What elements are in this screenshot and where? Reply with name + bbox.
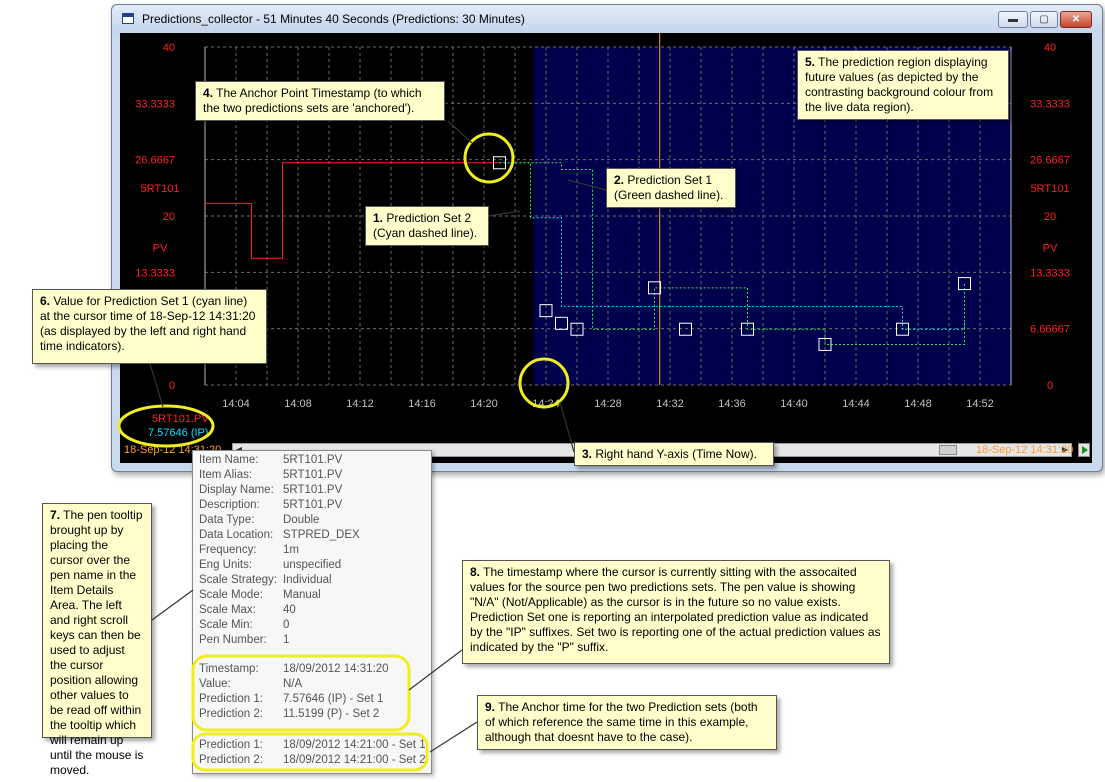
tooltip-row-label: Scale Max: [199, 604, 256, 616]
x-axis-tick: 14:20 [470, 398, 498, 410]
tooltip-row-label: Display Name: [199, 484, 274, 496]
left-axis-tick: 26.6667 [135, 155, 175, 167]
tooltip-anchor-row-label: Prediction 2: [199, 754, 263, 766]
pen-tooltip: Item Name: 5RT101.PV Item Alias: 5RT101.PV D… [192, 450, 432, 774]
left-axis-tick: 13.3333 [135, 267, 175, 279]
right-axis-tick: 40 [1044, 42, 1056, 54]
tooltip-row-label: Item Name: [199, 454, 259, 466]
tooltip-value-row-label: Prediction 2: [199, 708, 263, 720]
tooltip-row-value: Double [283, 514, 320, 526]
pen-value-label: 7.57646 (IP) [148, 427, 209, 439]
tooltip-row-value: 40 [283, 604, 296, 616]
tooltip-row-value: 5RT101.PV [283, 499, 343, 511]
callout-time-now: 3. Right hand Y-axis (Time Now). [574, 442, 774, 466]
callout-prediction-set-2: 1. Prediction Set 2 (Cyan dashed line). [365, 206, 489, 246]
right-axis-pen-label: 5RT101 [1031, 183, 1070, 195]
x-axis-tick: 14:16 [408, 398, 436, 410]
x-axis-tick: 14:28 [594, 398, 622, 410]
tooltip-row-value: Individual [283, 574, 332, 586]
left-axis-tick: 40 [163, 42, 175, 54]
tooltip-row-label: Data Location: [199, 529, 274, 541]
tooltip-value-row-value: 7.57646 (IP) - Set 1 [283, 693, 384, 705]
x-axis-tick: 14:36 [718, 398, 746, 410]
tooltip-row-value: 5RT101.PV [283, 484, 343, 496]
tooltip-row-label: Scale Strategy: [199, 574, 277, 586]
app-icon [122, 13, 134, 24]
left-axis-tick: 20 [163, 211, 175, 223]
right-axis-tick: 20 [1044, 211, 1056, 223]
x-axis-tick: 14:52 [966, 398, 994, 410]
tooltip-row-label: Pen Number: [199, 634, 267, 646]
x-axis-tick: 14:12 [346, 398, 374, 410]
x-axis-tick: 14:40 [780, 398, 808, 410]
tooltip-row-label: Frequency: [199, 544, 257, 556]
tooltip-anchor-row-label: Prediction 1: [199, 739, 263, 751]
left-axis-tick: 0 [169, 380, 175, 392]
x-axis-tick: 14:04 [222, 398, 250, 410]
left-axis-pen-label: 5RT101 [141, 183, 180, 195]
x-axis-tick: 14:24 [532, 398, 560, 410]
callout-leader-line [151, 589, 194, 621]
tooltip-value-row-value: 11.5199 (P) - Set 2 [283, 708, 380, 720]
callout-anchor-timestamp: 4. The Anchor Point Timestamp (to which … [195, 81, 445, 121]
callout-cursor-timestamp: 8. The timestamp where the cursor is cur… [462, 560, 890, 664]
tooltip-row-label: Data Type: [199, 514, 255, 526]
tooltip-value-row-label: Value: [199, 678, 231, 690]
tooltip-row-value: 1 [283, 634, 290, 646]
pen-name-label[interactable]: 5RT101.PV [152, 413, 209, 425]
tooltip-value-row-value: 18/09/2012 14:31:20 [283, 663, 389, 675]
tooltip-value-row-label: Prediction 1: [199, 693, 263, 705]
minimize-button[interactable]: ▬ [998, 11, 1028, 28]
window-title: Predictions_collector - 51 Minutes 40 Se… [142, 12, 525, 26]
title-bar[interactable]: Predictions_collector - 51 Minutes 40 Se… [112, 5, 1102, 33]
tooltip-value-row-label: Timestamp: [199, 663, 259, 675]
play-forward-icon[interactable] [1078, 443, 1090, 457]
tooltip-row-value: 0 [283, 619, 290, 631]
callout-anchor-time: 9. The Anchor time for the two Predictio… [477, 695, 777, 750]
tooltip-row-value: 5RT101.PV [283, 454, 343, 466]
callout-prediction-set-1: 2. Prediction Set 1 (Green dashed line). [606, 168, 736, 208]
tooltip-row-label: Eng Units: [199, 559, 253, 571]
x-axis-tick: 14:48 [904, 398, 932, 410]
tooltip-value-row-value: N/A [283, 678, 303, 690]
tooltip-row-label: Scale Min: [199, 619, 253, 631]
x-axis-tick: 14:44 [842, 398, 870, 410]
tooltip-row-label: Item Alias: [199, 469, 253, 481]
right-axis-tick: 26.6667 [1030, 155, 1070, 167]
left-axis-pen-label: PV [153, 242, 168, 254]
tooltip-row-label: Scale Mode: [199, 589, 263, 601]
tooltip-row-value: unspecified [283, 559, 342, 571]
x-axis-tick: 14:32 [656, 398, 684, 410]
tooltip-row-value: Manual [283, 589, 321, 601]
callout-prediction-region: 5. The prediction region displaying futu… [797, 50, 1009, 120]
right-axis-tick: 13.3333 [1030, 267, 1070, 279]
callout-cursor-value: 6. Value for Prediction Set 1 (cyan line… [32, 289, 267, 364]
right-time-indicator: 18-Sep-12 14:31:20 [976, 444, 1074, 456]
tooltip-row-value: STPRED_DEX [283, 529, 360, 541]
right-axis-tick: 33.3333 [1030, 98, 1070, 110]
scroll-thumb[interactable] [939, 445, 957, 455]
callout-leader-line [429, 721, 478, 753]
tooltip-row-value: 5RT101.PV [283, 469, 343, 481]
tooltip-anchor-row-value: 18/09/2012 14:21:00 - Set 1 [283, 739, 426, 751]
right-axis-tick: 6.66667 [1030, 324, 1070, 336]
tooltip-row-value: 1m [283, 544, 299, 556]
right-axis-pen-label: PV [1043, 242, 1058, 254]
close-button[interactable]: ✕ [1060, 11, 1092, 28]
tooltip-row-label: Description: [199, 499, 260, 511]
right-axis-tick: 0 [1047, 380, 1053, 392]
maximize-button[interactable]: ▢ [1030, 11, 1058, 28]
callout-pen-tooltip: 7. The pen tooltip brought up by placing… [42, 503, 152, 777]
left-axis-tick: 33.3333 [135, 98, 175, 110]
x-axis-tick: 14:08 [284, 398, 312, 410]
tooltip-anchor-row-value: 18/09/2012 14:21:00 - Set 2 [283, 754, 426, 766]
